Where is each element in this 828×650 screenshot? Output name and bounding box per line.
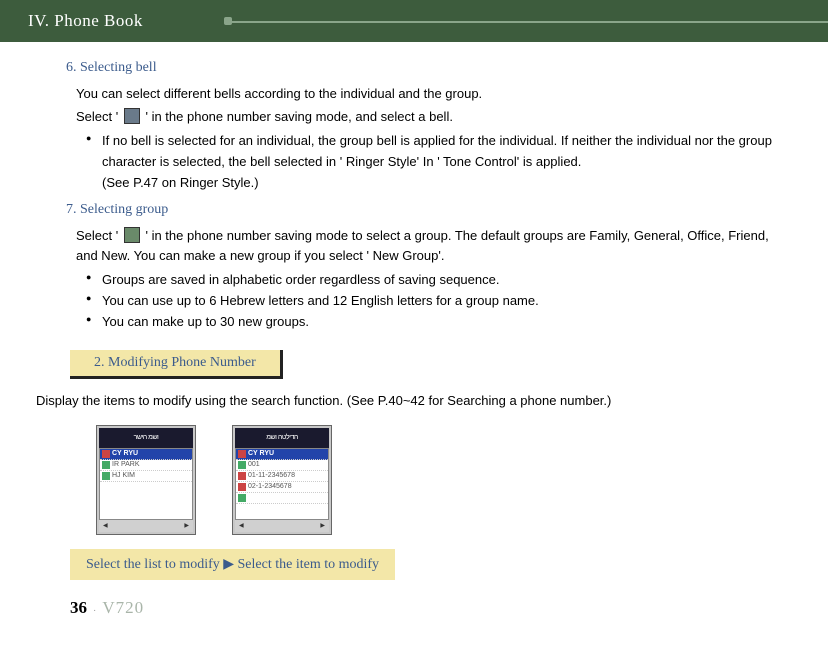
page-number: 36 xyxy=(70,598,87,618)
row-icon xyxy=(238,472,246,480)
phone1-row2: IR PARK xyxy=(100,460,192,471)
row-icon xyxy=(238,461,246,469)
phone2-row3: 01-11-2345678 xyxy=(236,471,328,482)
bell-select-icon xyxy=(124,108,140,124)
select-post-text: ' in the phone number saving mode, and s… xyxy=(145,109,452,124)
section7-pre: Select ' xyxy=(76,228,118,243)
section6-bullet1: If no bell is selected for an individual… xyxy=(86,131,782,173)
phone2-row5 xyxy=(236,493,328,504)
row-icon xyxy=(238,494,246,502)
phone1-row1: CY RYU xyxy=(100,449,192,460)
phone-screenshot-2: הדילטה ושמ CY RYU 001 01-11-2345678 02-1… xyxy=(232,425,332,535)
phone1-title: ושמ הישר xyxy=(99,428,193,448)
section6-note: (See P.47 on Ringer Style.) xyxy=(102,173,782,193)
phone2-row2: 001 xyxy=(236,460,328,471)
group-select-icon xyxy=(124,227,140,243)
phone1-body: CY RYU IR PARK HJ KIM xyxy=(99,448,193,520)
content-area: 6. Selecting bell You can select differe… xyxy=(0,42,828,618)
section7-post: ' in the phone number saving mode to sel… xyxy=(76,228,769,263)
row-icon xyxy=(102,450,110,458)
row-icon xyxy=(238,483,246,491)
section2-title: 2. Modifying Phone Number xyxy=(70,350,283,379)
section7-title: 7. Selecting group xyxy=(66,202,792,218)
section7-bullet3: You can make up to 30 new groups. xyxy=(86,312,782,333)
footer-separator: · xyxy=(93,605,96,616)
phone-screenshots-row: ושמ הישר CY RYU IR PARK HJ KIM ◀▶ הדילטה… xyxy=(96,425,792,535)
phone1-row3: HJ KIM xyxy=(100,471,192,482)
section7-bullet2: You can use up to 6 Hebrew letters and 1… xyxy=(86,291,782,312)
instruction-box: Select the list to modify ▶ Select the i… xyxy=(70,549,395,580)
phone-screenshot-1: ושמ הישר CY RYU IR PARK HJ KIM ◀▶ xyxy=(96,425,196,535)
phone2-softkeys: ◀▶ xyxy=(235,520,329,532)
phone2-row1: CY RYU xyxy=(236,449,328,460)
header-title: IV. Phone Book xyxy=(28,11,143,31)
model-label: V720 xyxy=(102,598,144,618)
section7-para: Select ' ' in the phone number saving mo… xyxy=(76,226,782,265)
row-icon xyxy=(238,450,246,458)
row-icon xyxy=(102,472,110,480)
phone2-title: הדילטה ושמ xyxy=(235,428,329,448)
header-bar: IV. Phone Book xyxy=(0,0,828,42)
phone2-row4: 02-1-2345678 xyxy=(236,482,328,493)
section2-header-box: 2. Modifying Phone Number xyxy=(70,350,283,379)
header-decor-line xyxy=(230,21,828,23)
row-icon xyxy=(102,461,110,469)
section7-bullet1: Groups are saved in alphabetic order reg… xyxy=(86,270,782,291)
phone1-softkeys: ◀▶ xyxy=(99,520,193,532)
section6-title: 6. Selecting bell xyxy=(66,60,792,76)
phone2-body: CY RYU 001 01-11-2345678 02-1-2345678 xyxy=(235,448,329,520)
select-pre-text: Select ' xyxy=(76,109,118,124)
page-footer: 36 · V720 xyxy=(70,598,792,618)
section6-select-line: Select ' ' in the phone number saving mo… xyxy=(76,107,782,127)
modify-intro: Display the items to modify using the se… xyxy=(36,391,782,411)
section6-intro: You can select different bells according… xyxy=(76,84,782,104)
